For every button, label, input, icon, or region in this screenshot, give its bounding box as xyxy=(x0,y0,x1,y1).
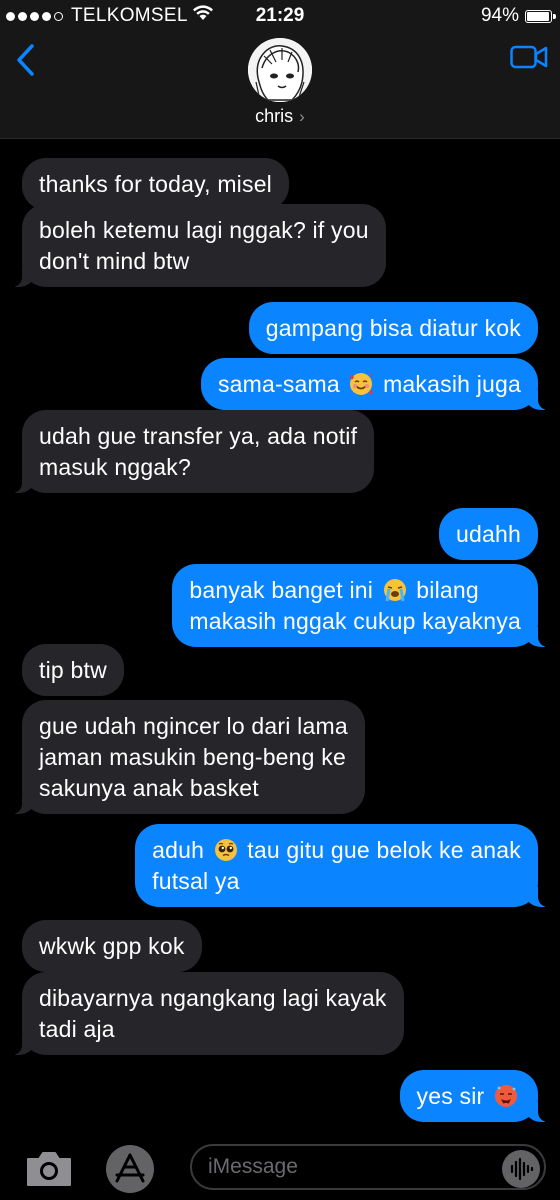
chevron-right-icon: › xyxy=(299,107,305,126)
message-text: makasih juga xyxy=(376,371,521,397)
incoming-message-bubble[interactable]: tip btw xyxy=(22,644,124,696)
incoming-message-row: dibayarnya ngangkang lagi kayak tadi aja xyxy=(0,972,560,1055)
audio-message-button[interactable] xyxy=(502,1150,540,1188)
camera-button[interactable] xyxy=(24,1149,74,1189)
message-text: udahh xyxy=(456,521,521,547)
outgoing-message-row: udahh xyxy=(0,508,560,560)
message-text: yes sir xyxy=(416,1083,491,1109)
back-button[interactable] xyxy=(12,40,42,80)
outgoing-message-bubble[interactable]: aduh tau gitu gue belok ke anak futsal y… xyxy=(135,824,550,907)
incoming-message-row: boleh ketemu lagi nggak? if you don't mi… xyxy=(0,204,560,287)
incoming-message-row: gue udah ngincer lo dari lama jaman masu… xyxy=(0,700,560,814)
camera-icon xyxy=(27,1152,71,1186)
incoming-message-row: thanks for today, misel xyxy=(0,158,560,210)
avatar-illustration-icon xyxy=(248,38,312,102)
contact-avatar[interactable] xyxy=(248,38,312,102)
message-text: aduh xyxy=(152,837,211,863)
conversation-header: chris › xyxy=(0,34,560,139)
status-right: 94% xyxy=(480,5,556,27)
message-text: dibayarnya ngangkang lagi kayak tadi aja xyxy=(39,985,387,1042)
incoming-message-row: tip btw xyxy=(0,644,560,696)
contact-info-button[interactable]: chris › xyxy=(0,106,560,127)
message-text: wkwk gpp kok xyxy=(39,933,185,959)
app-store-icon xyxy=(115,1153,145,1183)
outgoing-message-bubble[interactable]: udahh xyxy=(439,508,538,560)
message-text: thanks for today, misel xyxy=(39,171,272,197)
message-text: udah gue transfer ya, ada notif masuk ng… xyxy=(39,423,358,480)
loudly-crying-face-emoji-icon xyxy=(382,577,408,603)
smiling-face-with-hearts-emoji-icon xyxy=(348,371,374,397)
outgoing-message-bubble[interactable]: banyak banget ini bilang makasih nggak c… xyxy=(172,564,550,647)
app-store-button[interactable] xyxy=(106,1145,154,1193)
outgoing-message-bubble[interactable]: sama-sama makasih juga xyxy=(200,358,551,410)
outgoing-message-bubble[interactable]: gampang bisa diatur kok xyxy=(248,302,538,354)
incoming-message-bubble[interactable]: boleh ketemu lagi nggak? if you don't mi… xyxy=(10,204,386,287)
incoming-message-bubble[interactable]: thanks for today, misel xyxy=(22,158,289,210)
battery-level xyxy=(527,11,549,21)
message-text: gampang bisa diatur kok xyxy=(265,315,521,341)
message-text: sama-sama xyxy=(217,371,347,397)
battery-icon xyxy=(525,9,556,23)
message-text: banyak banget ini xyxy=(189,577,380,603)
message-text: tip btw xyxy=(39,657,107,683)
status-time: 21:29 xyxy=(255,5,305,26)
message-input[interactable] xyxy=(190,1144,546,1190)
incoming-message-bubble[interactable]: gue udah ngincer lo dari lama jaman masu… xyxy=(10,700,365,814)
outgoing-message-bubble[interactable]: yes sir xyxy=(399,1070,551,1122)
facetime-video-button[interactable] xyxy=(510,44,548,70)
outgoing-message-row: yes sir xyxy=(0,1070,560,1122)
message-thread[interactable]: thanks for today, misel boleh ketemu lagi… xyxy=(0,140,560,1140)
outgoing-message-row: banyak banget ini bilang makasih nggak c… xyxy=(0,564,560,647)
chevron-left-icon xyxy=(17,44,34,76)
video-camera-icon xyxy=(510,45,548,69)
outgoing-message-row: sama-sama makasih juga xyxy=(0,358,560,410)
contact-name: chris xyxy=(255,106,294,126)
incoming-message-bubble[interactable]: dibayarnya ngangkang lagi kayak tadi aja xyxy=(10,972,404,1055)
battery-percentage: 94% xyxy=(480,5,519,26)
incoming-message-row: udah gue transfer ya, ada notif masuk ng… xyxy=(0,410,560,493)
outgoing-message-row: gampang bisa diatur kok xyxy=(0,302,560,354)
hot-face-emoji-icon xyxy=(493,1083,519,1109)
message-text: boleh ketemu lagi nggak? if you don't mi… xyxy=(39,217,369,274)
status-bar: TELKOMSEL 21:29 94% xyxy=(0,0,560,34)
incoming-message-row: wkwk gpp kok xyxy=(0,920,560,972)
outgoing-message-row: aduh tau gitu gue belok ke anak futsal y… xyxy=(0,824,560,907)
incoming-message-bubble[interactable]: wkwk gpp kok xyxy=(22,920,202,972)
compose-bar xyxy=(0,1138,560,1200)
incoming-message-bubble[interactable]: udah gue transfer ya, ada notif masuk ng… xyxy=(9,410,375,493)
pleading-face-emoji-icon xyxy=(213,837,239,863)
message-text: gue udah ngincer lo dari lama jaman masu… xyxy=(39,713,348,801)
audio-waveform-icon xyxy=(510,1157,534,1181)
